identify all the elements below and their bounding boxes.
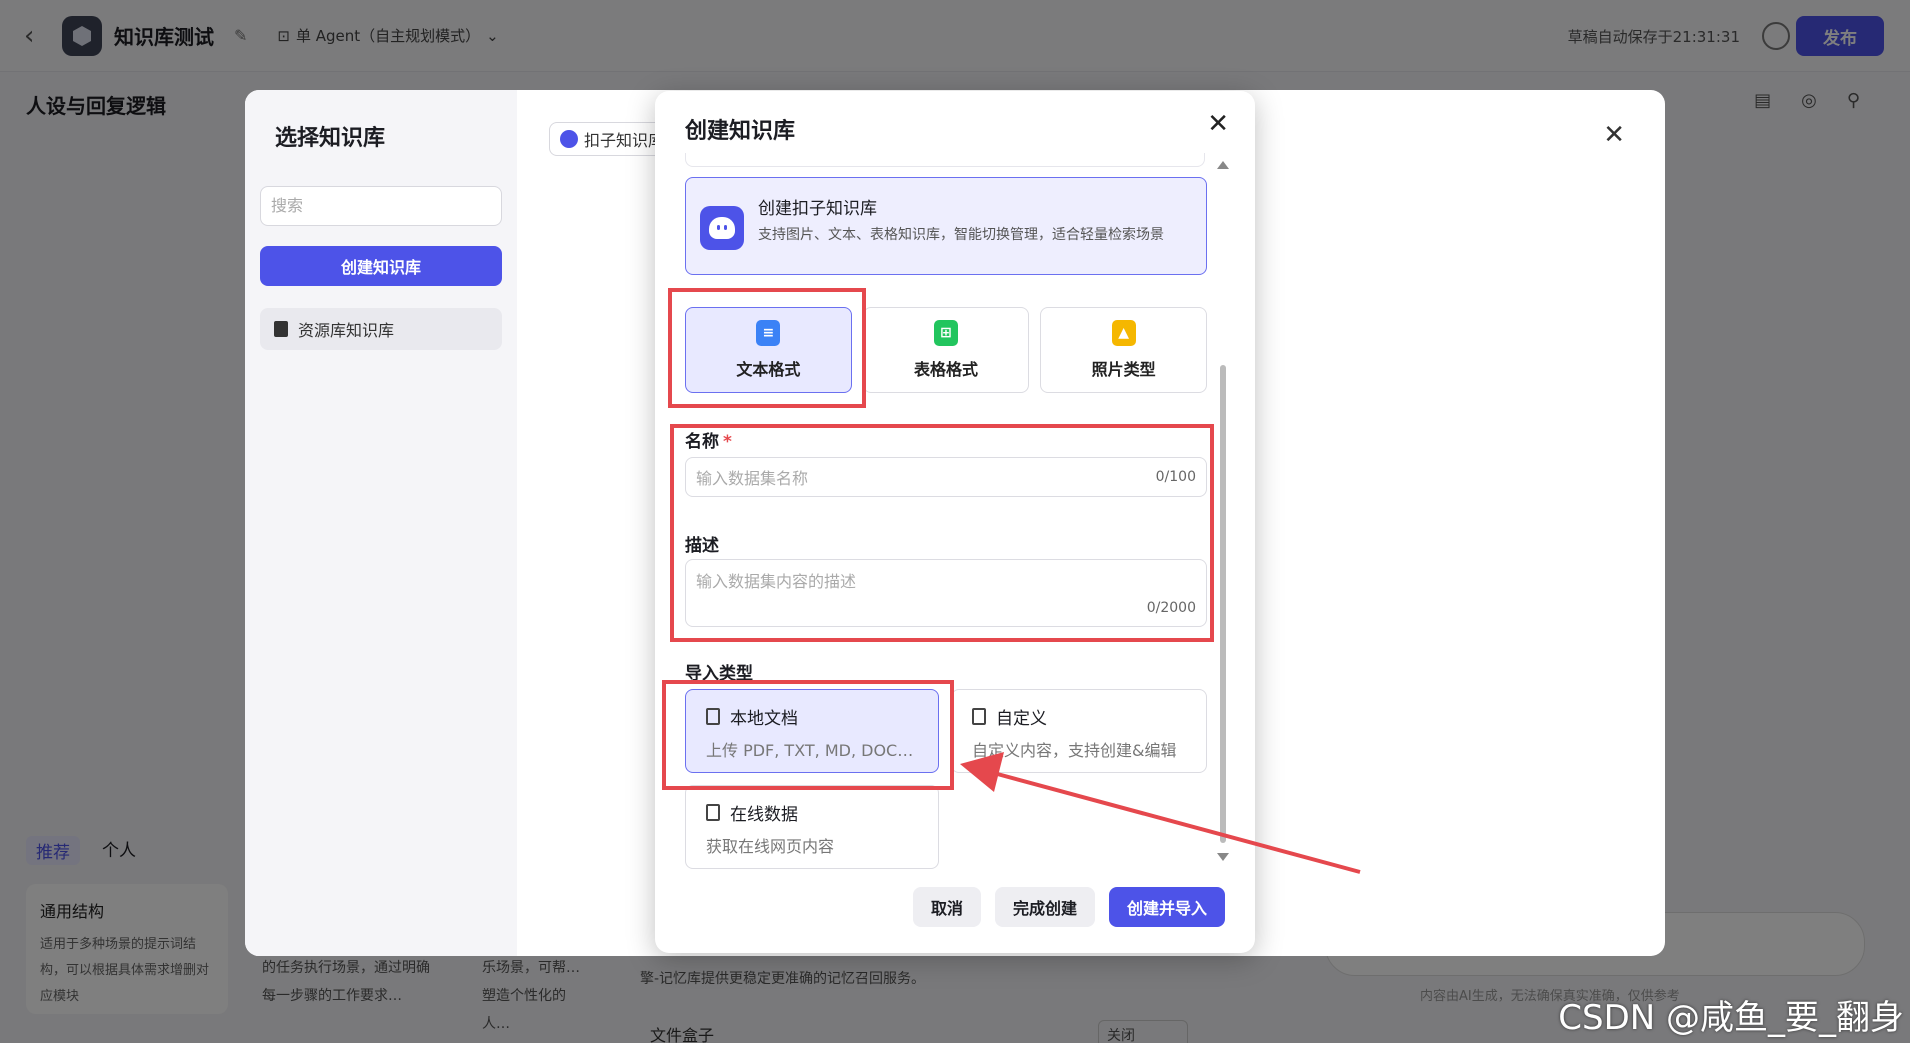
coze-kb-option[interactable]: 创建扣子知识库 支持图片、文本、表格知识库，智能切换管理，适合轻量检索场景 [685, 177, 1207, 275]
scroll-down-icon[interactable] [1217, 853, 1229, 861]
cancel-button[interactable]: 取消 [912, 887, 981, 927]
import-custom-desc: 自定义内容，支持创建&编辑 [972, 741, 1177, 760]
create-and-import-button[interactable]: 创建并导入 [1108, 887, 1225, 927]
web-doc-icon [706, 804, 720, 821]
kb-dialog-title: 选择知识库 [275, 126, 386, 151]
coze-icon [560, 130, 578, 148]
format-table[interactable]: ⊞ 表格格式 [862, 307, 1030, 393]
kb-sidebar: 选择知识库 搜索 创建知识库 资源库知识库 [245, 90, 517, 956]
image-icon: ▲ [1111, 320, 1136, 346]
coze-kb-desc: 支持图片、文本、表格知识库，智能切换管理，适合轻量检索场景 [758, 227, 1164, 243]
modal-footer: 取消 完成创建 创建并导入 [912, 887, 1225, 927]
coze-mascot-icon [700, 206, 744, 250]
coze-kb-title: 创建扣子知识库 [758, 199, 877, 219]
kb-search-input[interactable]: 搜索 [260, 186, 502, 226]
import-custom-title: 自定义 [996, 709, 1047, 729]
resource-kb-item[interactable]: 资源库知识库 [260, 308, 502, 350]
scroll-up-icon[interactable] [1217, 161, 1229, 169]
modal-title: 创建知识库 [685, 119, 796, 144]
close-icon[interactable]: ✕ [1207, 109, 1229, 139]
previous-card-edge [685, 153, 1205, 167]
book-icon [274, 321, 288, 337]
format-table-label: 表格格式 [914, 360, 979, 379]
table-icon: ⊞ [934, 320, 958, 346]
scrollbar-thumb[interactable] [1220, 365, 1226, 843]
import-custom[interactable]: 自定义 自定义内容，支持创建&编辑 [951, 689, 1207, 773]
create-knowledge-button[interactable]: 创建知识库 [260, 246, 502, 286]
format-image-label: 照片类型 [1091, 360, 1156, 379]
watermark: CSDN @咸鱼_要_翻身 [1558, 998, 1904, 1038]
close-icon[interactable]: ✕ [1603, 120, 1625, 150]
annotation-box-import [662, 680, 954, 790]
kb-type-tab-label: 扣子知识库 [584, 131, 665, 150]
import-online-desc: 获取在线网页内容 [706, 837, 835, 856]
edit-doc-icon [972, 708, 986, 725]
finish-create-button[interactable]: 完成创建 [994, 887, 1095, 927]
import-online-data[interactable]: 在线数据 获取在线网页内容 [685, 785, 939, 869]
annotation-box-format [668, 288, 866, 408]
resource-kb-label: 资源库知识库 [298, 321, 395, 340]
format-image[interactable]: ▲ 照片类型 [1040, 307, 1208, 393]
annotation-box-fields [670, 424, 1214, 642]
import-online-title: 在线数据 [730, 805, 798, 825]
